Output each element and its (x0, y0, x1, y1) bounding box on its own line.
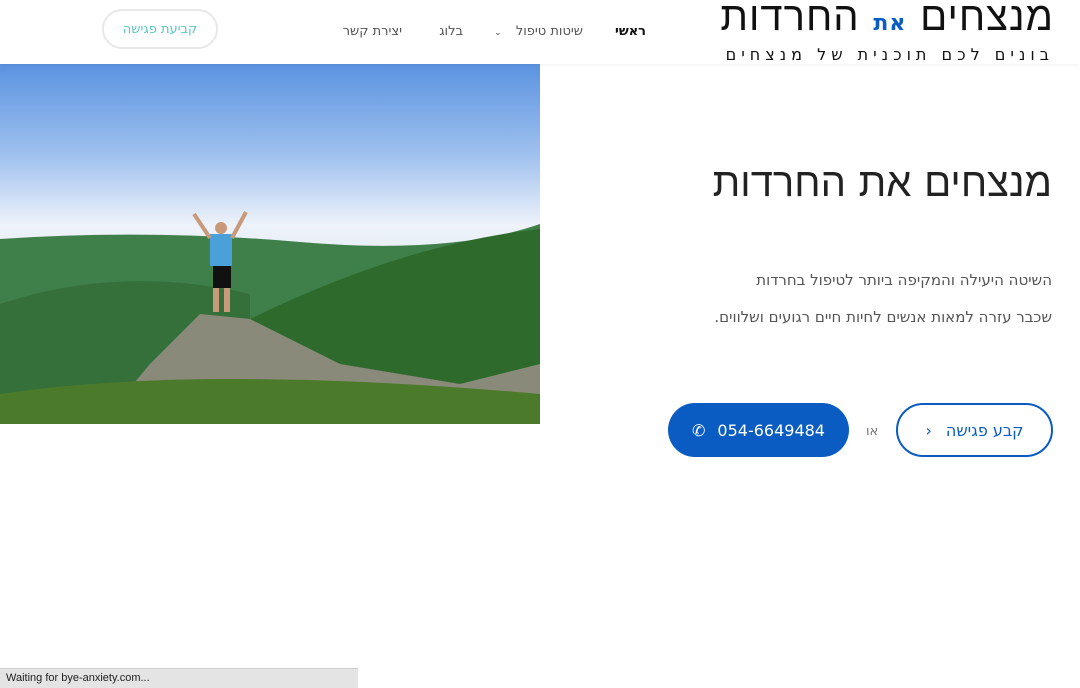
logo-tagline: בונים לכם תוכנית של מנצחים (725, 45, 1054, 64)
phone-button[interactable]: ✆ 054-6649484 (668, 403, 849, 457)
book-meeting-button[interactable]: קבע פגישה ‹ (896, 403, 1053, 457)
nav-home[interactable]: ראשי (615, 24, 646, 39)
nav-blog[interactable]: בלוג (439, 24, 463, 39)
hero-title: מנצחים את החרדות (712, 160, 1052, 206)
phone-icon: ✆ (692, 420, 706, 440)
book-label: קבע פגישה (945, 420, 1024, 440)
logo-accent: את (873, 11, 907, 36)
logo-text: מנצחים (920, 0, 1054, 40)
or-label: או (866, 424, 879, 439)
nav-label: שיטות טיפול (515, 24, 583, 39)
nav-treatment-methods[interactable]: שיטות טיפול ⌄ (494, 24, 583, 39)
book-meeting-header-button[interactable]: קביעת פגישה (102, 9, 218, 49)
phone-number: 054-6649484 (717, 420, 825, 440)
landscape-illustration (0, 211, 540, 424)
site-header: מנצחים את החרדות בונים לכם תוכנית של מנצ… (0, 0, 1080, 64)
hero-text-line-1: השיטה היעילה והמקיפה ביותר לטיפול בחרדות (756, 271, 1052, 289)
chevron-left-icon: ‹ (925, 420, 932, 440)
logo[interactable]: מנצחים את החרדות בונים לכם תוכנית של מנצ… (720, 0, 1054, 64)
nav-contact[interactable]: יצירת קשר (343, 24, 402, 39)
browser-status-bar: Waiting for bye-anxiety.com... (0, 668, 358, 688)
hero-image-mountain (0, 64, 540, 424)
logo-text-2: החרדות (720, 0, 860, 40)
chevron-down-icon: ⌄ (494, 28, 502, 38)
hero-text-line-2: שכבר עזרה למאות אנשים לחיות חיים רגועים … (714, 308, 1052, 326)
